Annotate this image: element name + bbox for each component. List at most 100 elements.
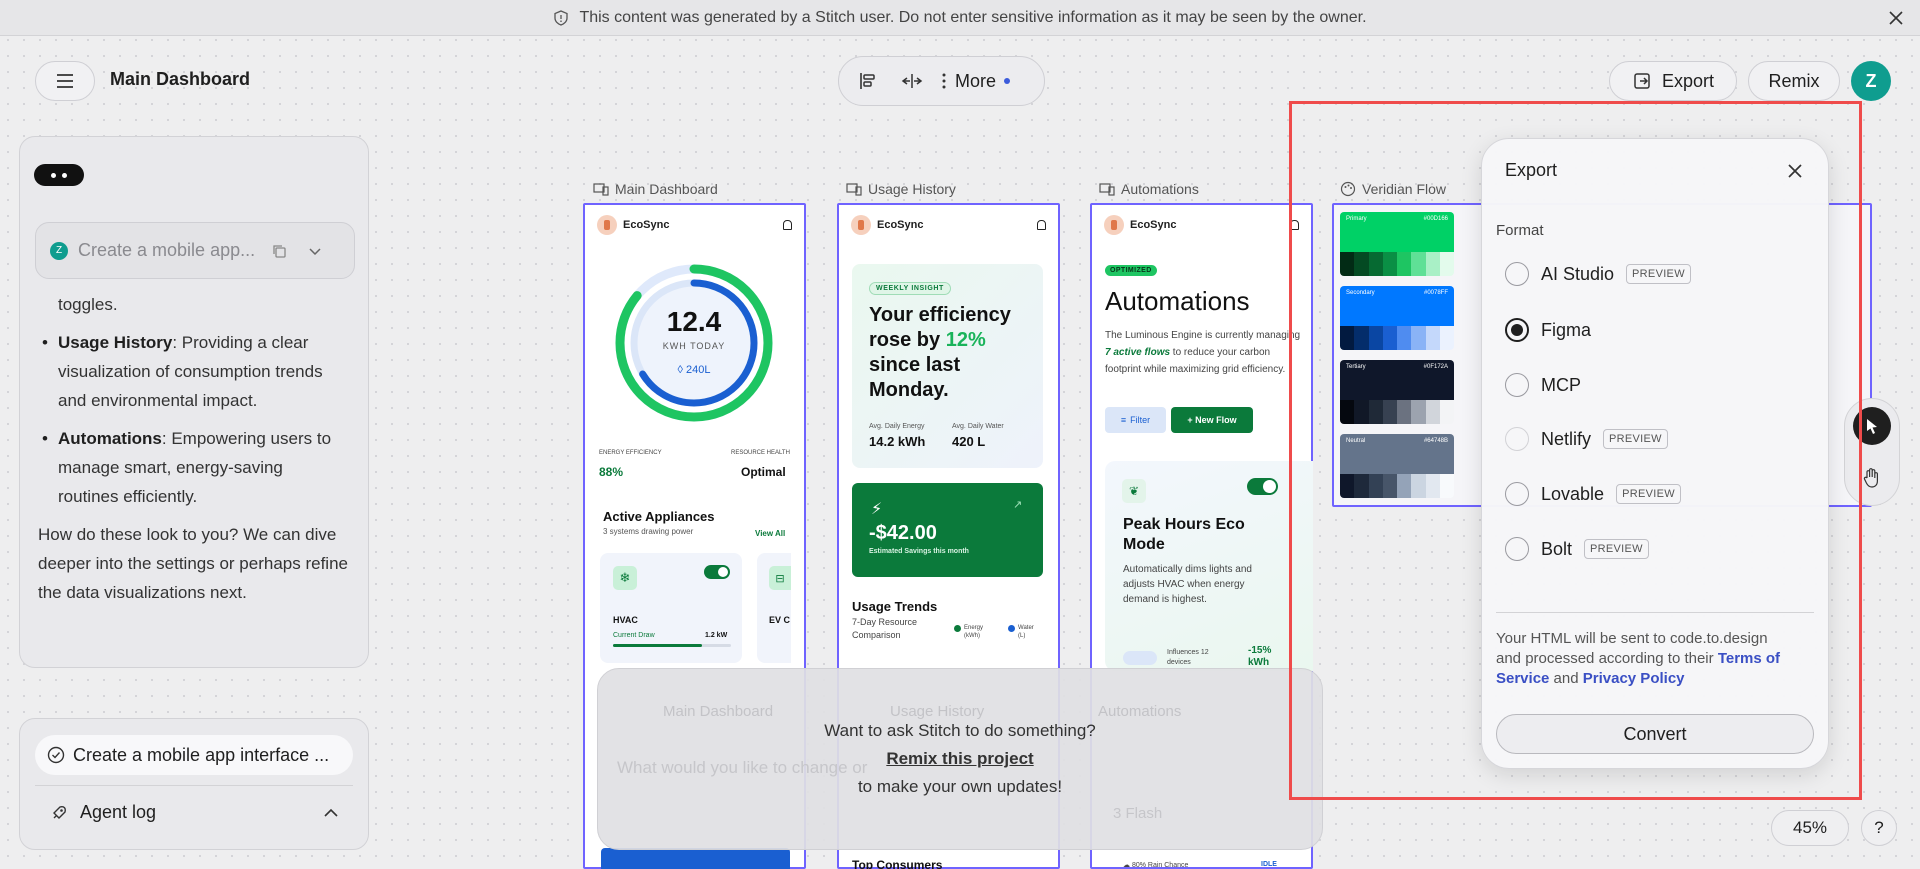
chevron-up-icon [324, 808, 338, 817]
app-header: EcoSync [839, 205, 1058, 245]
user-avatar-mini: Z [50, 241, 68, 260]
ev-label: EV C [769, 615, 791, 625]
radio-netlify[interactable] [1505, 427, 1529, 451]
radio-bolt[interactable] [1505, 537, 1529, 561]
device-icon [593, 183, 609, 196]
agent-log-toggle[interactable]: Agent log [50, 802, 340, 823]
banner-close-icon[interactable] [1886, 8, 1906, 28]
export-icon [1634, 73, 1650, 89]
hvac-toggle[interactable] [704, 565, 730, 579]
preview-badge: PREVIEW [1603, 429, 1668, 449]
energy-label: Avg. Daily Energy [869, 423, 925, 430]
list-item-title: Usage History [58, 333, 173, 352]
chevron-down-icon[interactable] [307, 243, 323, 259]
zoom-level[interactable]: 45% [1771, 810, 1849, 846]
format-option-ai-studio[interactable]: AI Studio PREVIEW [1505, 262, 1691, 286]
rain-chance: ☁ 80% Rain Chance [1123, 862, 1189, 869]
radio-ai-studio[interactable] [1505, 262, 1529, 286]
convert-button[interactable]: Convert [1496, 714, 1814, 754]
radio-figma[interactable] [1505, 318, 1529, 342]
artboard-label-text: Veridian Flow [1362, 181, 1447, 197]
app-logo-icon [597, 215, 617, 235]
format-label: Format [1496, 222, 1544, 239]
filter-button[interactable]: ≡ Filter [1105, 407, 1166, 433]
format-option-lovable[interactable]: Lovable PREVIEW [1505, 482, 1681, 506]
insight-headline: Your efficiency rose by 12% since last M… [869, 304, 1011, 401]
menu-button[interactable] [35, 61, 95, 101]
artboard-label-palette[interactable]: Veridian Flow [1340, 181, 1446, 197]
resize-horizontal-icon[interactable] [897, 66, 927, 96]
artboard-label-automations[interactable]: Automations [1099, 181, 1199, 197]
radio-lovable[interactable] [1505, 482, 1529, 506]
remix-button[interactable]: Remix [1748, 61, 1840, 101]
check-circle-icon [47, 746, 65, 764]
chat-message: toggles. Usage History: Providing a clea… [38, 290, 348, 607]
hvac-label: HVAC [613, 615, 638, 625]
new-flow-button[interactable]: + New Flow [1171, 407, 1253, 433]
cursor-icon [1867, 419, 1877, 434]
remix-prompt-line: Want to ask Stitch to do something? [824, 721, 1096, 740]
preview-badge: PREVIEW [1626, 264, 1691, 284]
remix-project-link[interactable]: Remix this project [886, 745, 1033, 773]
hamburger-icon [57, 74, 73, 88]
hvac-draw-value: 1.2 kW [705, 632, 728, 639]
list-item-title: Automations [58, 429, 162, 448]
artboard-label-text: Usage History [868, 181, 956, 197]
avatar[interactable]: Z [1851, 61, 1891, 101]
app-header: EcoSync [585, 205, 804, 245]
artboard-label-main[interactable]: Main Dashboard [593, 181, 718, 197]
top-consumers-title: Top Consumers [852, 858, 943, 869]
savings-value: -$42.00 [869, 522, 937, 544]
prompt-selector[interactable]: Z Create a mobile app... [35, 222, 355, 279]
hvac-draw-bar [613, 644, 731, 647]
format-option-mcp[interactable]: MCP [1505, 373, 1581, 397]
snowflake-icon: ❄ [613, 566, 637, 590]
pointer-tool[interactable] [1853, 407, 1891, 445]
hvac-draw-label: Current Draw [613, 632, 655, 639]
align-icon[interactable] [853, 66, 883, 96]
leaf-icon: ❦ [1122, 479, 1146, 503]
bg-model-label: 3 Flash [1113, 805, 1163, 822]
help-button[interactable]: ? [1861, 810, 1897, 846]
palette-icon [1340, 181, 1356, 197]
appliances-subtitle: 3 systems drawing power [603, 527, 694, 536]
lightning-icon: ⚡ [871, 501, 883, 518]
hand-tool[interactable] [1858, 464, 1886, 492]
more-label: More [955, 70, 997, 91]
copy-icon[interactable] [271, 243, 287, 259]
automation-card-desc: Automatically dims lights and adjusts HV… [1123, 564, 1252, 605]
app-name: EcoSync [1130, 219, 1177, 231]
divider [35, 785, 353, 786]
automation-toggle[interactable] [1247, 478, 1278, 495]
artboard-label-usage[interactable]: Usage History [846, 181, 956, 197]
page-title: Main Dashboard [110, 69, 251, 89]
bg-tab-automations: Automations [1098, 703, 1182, 720]
legend-water-label: Water (L) [1018, 625, 1034, 639]
idle-status: IDLE [1261, 861, 1277, 868]
remix-label: Remix [1768, 70, 1820, 91]
option-label: Bolt [1541, 538, 1573, 559]
rocket-icon [53, 805, 66, 819]
privacy-link[interactable]: Privacy Policy [1583, 670, 1685, 687]
view-all-link[interactable]: View All [755, 529, 785, 538]
chat-closing: How do these look to you? We can dive de… [38, 525, 348, 602]
arrow-out-icon: ↗ [1013, 499, 1023, 511]
chat-list-item: Usage History: Providing a clear visuali… [38, 328, 348, 415]
divider [1496, 612, 1814, 613]
info-banner: This content was generated by a Stitch u… [0, 0, 1920, 36]
health-value: Optimal [741, 465, 786, 479]
notification-dot [1004, 78, 1011, 84]
bell-icon [1290, 220, 1299, 230]
device-icon [846, 183, 862, 196]
radio-mcp[interactable] [1505, 373, 1529, 397]
format-option-figma[interactable]: Figma [1505, 318, 1591, 342]
export-button[interactable]: Export [1609, 61, 1737, 101]
option-label: AI Studio [1541, 263, 1615, 284]
app-name: EcoSync [877, 219, 924, 231]
close-icon[interactable] [1784, 160, 1806, 182]
task-item[interactable]: Create a mobile app interface ... [35, 735, 353, 775]
format-option-netlify[interactable]: Netlify PREVIEW [1505, 427, 1668, 451]
more-menu-button[interactable]: More [941, 70, 1011, 92]
agent-status-pill [34, 164, 84, 186]
format-option-bolt[interactable]: Bolt PREVIEW [1505, 537, 1649, 561]
